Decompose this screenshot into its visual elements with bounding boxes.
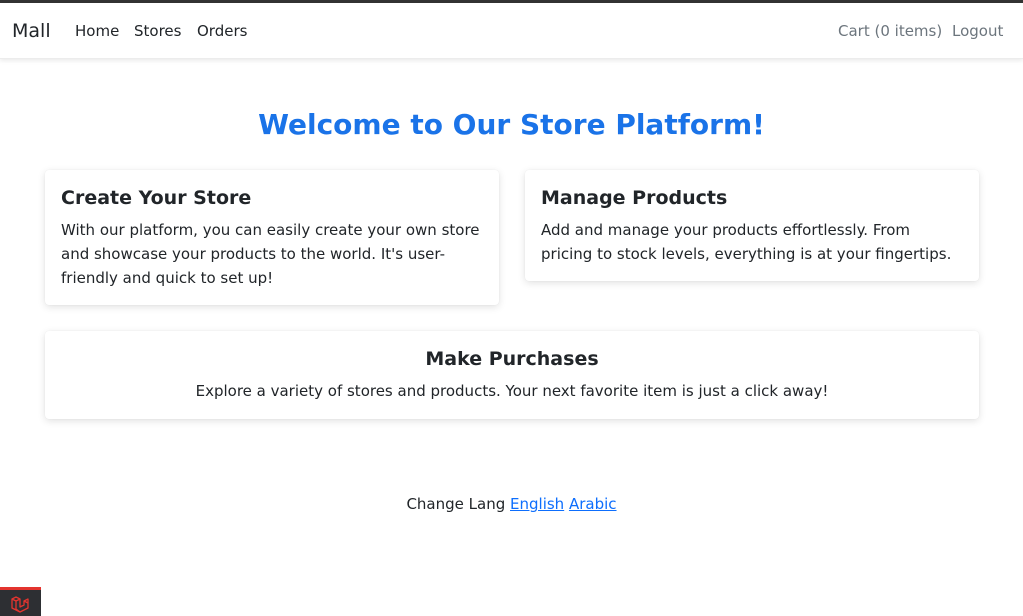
card-text: Explore a variety of stores and products…: [195, 382, 829, 400]
language-switcher: Change Lang English Arabic: [0, 494, 1023, 514]
brand-logo[interactable]: Mall: [12, 20, 51, 42]
nav-home[interactable]: Home: [75, 22, 119, 40]
page-title: Welcome to Our Store Platform!: [258, 108, 765, 141]
card-title: Manage Products: [541, 187, 728, 209]
card-manage-products: Manage Products Add and manage your prod…: [525, 170, 979, 281]
cart-link[interactable]: Cart (0 items): [838, 22, 942, 40]
card-text: Add and manage your products effortlessl…: [541, 221, 952, 263]
navbar: Mall Home Stores Orders Cart (0 items) L…: [0, 3, 1023, 59]
nav-orders[interactable]: Orders: [197, 22, 247, 40]
debugbar-toggle[interactable]: [0, 587, 41, 616]
lang-english-link[interactable]: English: [510, 495, 564, 513]
logout-link[interactable]: Logout: [952, 22, 1003, 40]
lang-arabic-link[interactable]: Arabic: [569, 495, 617, 513]
card-text: With our platform, you can easily create…: [61, 221, 480, 287]
card-title: Create Your Store: [61, 187, 252, 209]
card-create-store: Create Your Store With our platform, you…: [45, 170, 499, 305]
card-make-purchases: Make Purchases Explore a variety of stor…: [45, 331, 979, 419]
laravel-logo-icon: [11, 596, 29, 613]
nav-stores[interactable]: Stores: [134, 22, 181, 40]
change-lang-label: Change Lang: [406, 495, 506, 513]
card-title: Make Purchases: [425, 348, 599, 370]
